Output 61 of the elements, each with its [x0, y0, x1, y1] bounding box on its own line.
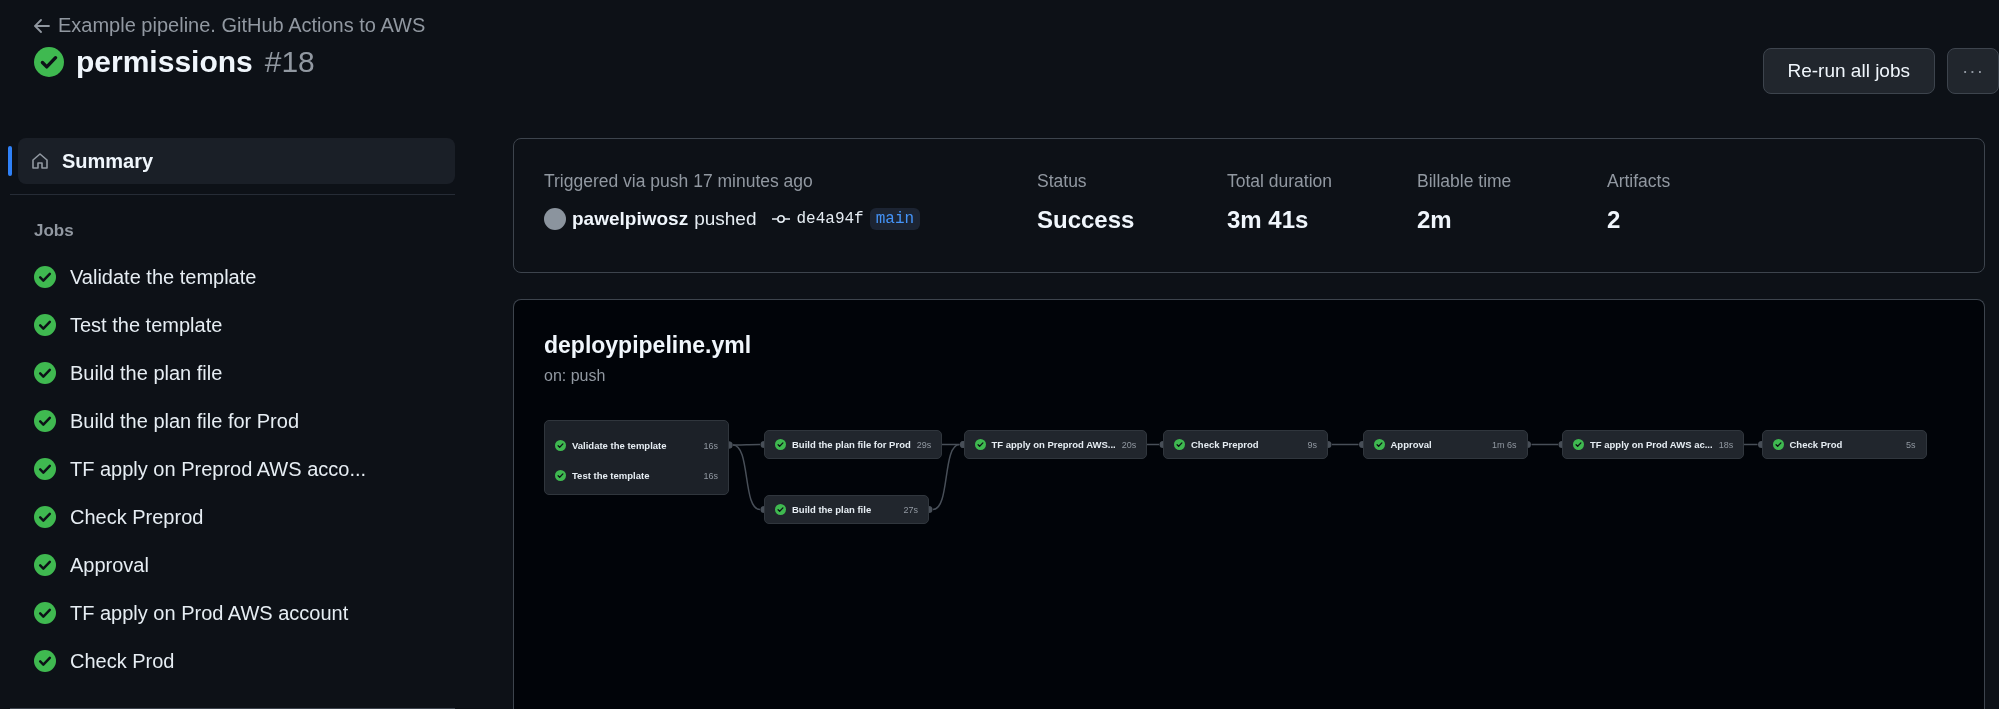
more-options-button[interactable]: ··· — [1947, 48, 1999, 94]
job-nav-item[interactable]: Check Prod — [10, 637, 455, 685]
branch-label[interactable]: main — [869, 208, 921, 230]
jobs-heading: Jobs — [33, 220, 75, 242]
selected-indicator — [8, 146, 12, 176]
stat-value: 2 — [1607, 206, 1622, 234]
workflow-file-name: deploypipeline.yml — [544, 332, 753, 359]
job-name: TF apply on Preprod AWS acco... — [70, 457, 367, 481]
job-nav-item[interactable]: TF apply on Preprod AWS acco... — [10, 445, 455, 493]
job-node[interactable]: Test the template 16s — [545, 461, 728, 490]
job-duration: 1m 6s — [1492, 439, 1517, 450]
stat-label: Artifacts — [1607, 171, 1672, 192]
home-icon — [30, 151, 50, 171]
job-node[interactable]: Check Prod 5s — [1761, 430, 1927, 459]
username[interactable]: pawelpiwosz — [572, 208, 689, 230]
arrow-left-icon — [34, 18, 50, 33]
stat-value: 3m 41s — [1227, 206, 1310, 234]
commit-icon — [772, 214, 791, 224]
job-duration: 27s — [903, 504, 918, 515]
job-duration: 20s — [1121, 439, 1137, 450]
job-nav-item[interactable]: Test the template — [10, 301, 455, 349]
job-node[interactable]: TF apply on Prod AWS ac... 18s — [1562, 430, 1745, 459]
job-nav-item[interactable]: Validate the template — [10, 253, 455, 301]
job-name: Build the plan file for Prod — [70, 409, 300, 433]
avatar — [544, 208, 566, 230]
job-nav-item[interactable]: Build the plan file for Prod — [10, 397, 455, 445]
trigger-text: Triggered via push 17 minutes ago — [544, 171, 814, 192]
stat-value: Success — [1037, 206, 1136, 234]
job-duration: 5s — [1906, 439, 1916, 450]
job-name: TF apply on Prod AWS account — [70, 601, 349, 625]
workflow-trigger: on: push — [544, 367, 607, 385]
job-duration: 29s — [916, 439, 932, 450]
stat-label: Billable time — [1417, 171, 1513, 192]
job-duration: 18s — [1718, 439, 1734, 450]
job-node[interactable]: TF apply on Preprod AWS... 20s — [963, 430, 1148, 459]
job-node[interactable]: Approval 1m 6s — [1362, 430, 1528, 459]
job-name: Approval — [70, 553, 149, 577]
job-duration: 9s — [1307, 439, 1317, 450]
commit-hash[interactable]: de4a94f — [796, 210, 864, 228]
job-duration: 16s — [703, 440, 718, 451]
job-nav-item[interactable]: Build the plan file — [10, 349, 455, 397]
run-number: #18 — [264, 45, 315, 79]
job-nav-item[interactable]: TF apply on Prod AWS account — [10, 589, 455, 637]
job-duration: 16s — [703, 470, 718, 481]
job-node[interactable]: Check Preprod 9s — [1163, 430, 1328, 459]
job-node[interactable]: Build the plan file 27s — [764, 495, 929, 524]
job-name: Validate the template — [70, 265, 257, 289]
job-name: Check Prod — [70, 649, 175, 673]
job-node[interactable]: Validate the template 16s — [545, 431, 728, 460]
push-text: pushed — [694, 208, 757, 230]
stat-label: Status — [1037, 171, 1088, 192]
job-name: Check Preprod — [70, 505, 204, 529]
job-nav-item[interactable]: Check Preprod — [10, 493, 455, 541]
stat-value: 2m — [1417, 206, 1453, 234]
job-name: Test the template — [70, 313, 223, 337]
job-node[interactable]: Build the plan file for Prod 29s — [764, 430, 943, 459]
job-name: Build the plan file — [70, 361, 223, 385]
stat-label: Total duration — [1227, 171, 1334, 192]
rerun-button[interactable]: Re-run all jobs — [1762, 48, 1935, 94]
run-title: permissions — [76, 45, 253, 79]
job-nav-item[interactable]: Approval — [10, 541, 455, 589]
